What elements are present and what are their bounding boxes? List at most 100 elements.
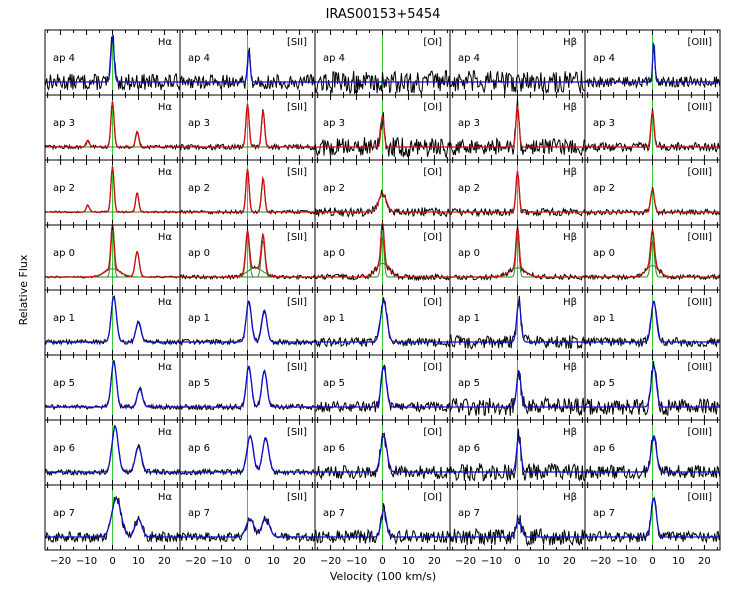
panel: ap 5 [SII]: [179, 354, 316, 421]
line-label: Hβ: [563, 362, 577, 373]
panel: ap 3 Hβ: [449, 94, 586, 161]
line-label: [OI]: [423, 232, 442, 243]
panel: ap 0 [OIII]: [584, 224, 721, 291]
panel: ap 0 Hβ: [449, 224, 586, 291]
line-label: [SII]: [287, 102, 307, 113]
x-tick-label: 10: [537, 556, 550, 567]
aperture-label: ap 5: [323, 378, 345, 389]
panel: ap 4 [OIII]: [584, 29, 721, 96]
aperture-label: ap 1: [593, 313, 615, 324]
aperture-label: ap 3: [188, 118, 210, 129]
line-label: [OI]: [423, 492, 442, 503]
panel: ap 2 [OIII]: [584, 159, 721, 226]
panel: ap 7 [OI]: [314, 484, 451, 551]
aperture-label: ap 6: [323, 443, 345, 454]
aperture-label: ap 7: [593, 508, 615, 519]
line-label: Hβ: [563, 492, 577, 503]
line-label: Hβ: [563, 37, 577, 48]
aperture-label: ap 3: [458, 118, 480, 129]
x-tick-label: −20: [320, 556, 341, 567]
x-tick-label: −10: [616, 556, 637, 567]
aperture-label: ap 6: [53, 443, 75, 454]
x-tick-label: −10: [211, 556, 232, 567]
panel: ap 4 Hα: [44, 29, 181, 96]
panel: ap 2 Hα: [44, 159, 181, 226]
panel: ap 7 [SII]: [179, 484, 316, 551]
panel: ap 1 [OIII]: [584, 289, 721, 356]
panel: ap 7 [OIII]: [584, 484, 721, 551]
line-label: [SII]: [287, 427, 307, 438]
aperture-label: ap 0: [458, 248, 480, 259]
x-tick-label: 0: [379, 556, 385, 567]
x-tick-label: 20: [563, 556, 576, 567]
line-label: [OIII]: [687, 167, 712, 178]
spectral-grid-chart: IRAS00153+5454 Velocity (100 km/s) Relat…: [17, 7, 721, 583]
line-label: [OI]: [423, 102, 442, 113]
panel: ap 7 Hα: [44, 484, 181, 551]
panel: ap 5 Hβ: [449, 354, 586, 421]
aperture-label: ap 3: [53, 118, 75, 129]
panel: ap 2 [OI]: [314, 159, 451, 226]
x-tick-label: 10: [132, 556, 145, 567]
panel: ap 4 Hβ: [449, 29, 586, 96]
x-tick-label: −20: [50, 556, 71, 567]
panel: ap 4 [SII]: [179, 29, 316, 96]
aperture-label: ap 6: [458, 443, 480, 454]
aperture-label: ap 7: [458, 508, 480, 519]
panel: ap 1 Hα: [44, 289, 181, 356]
panel: ap 1 [SII]: [179, 289, 316, 356]
aperture-label: ap 4: [188, 53, 210, 64]
panel: ap 6 [OI]: [314, 419, 451, 486]
aperture-label: ap 0: [323, 248, 345, 259]
x-tick-label: 0: [244, 556, 250, 567]
panel: ap 1 Hβ: [449, 289, 586, 356]
x-axis-label: Velocity (100 km/s): [330, 570, 436, 583]
panel: ap 3 [OI]: [314, 94, 451, 161]
line-label: [OI]: [423, 167, 442, 178]
aperture-label: ap 5: [458, 378, 480, 389]
line-label: [SII]: [287, 232, 307, 243]
x-tick-label: −10: [346, 556, 367, 567]
line-label: [OI]: [423, 427, 442, 438]
spectral-grid-figure: IRAS00153+5454 Velocity (100 km/s) Relat…: [0, 0, 747, 588]
aperture-label: ap 2: [53, 183, 75, 194]
panel: ap 4 [OI]: [314, 29, 451, 96]
aperture-label: ap 1: [458, 313, 480, 324]
x-tick-label: 10: [672, 556, 685, 567]
panel: ap 6 Hβ: [449, 419, 586, 486]
x-tick-label: −10: [481, 556, 502, 567]
line-label: [SII]: [287, 492, 307, 503]
line-label: Hα: [158, 362, 173, 373]
line-label: Hβ: [563, 297, 577, 308]
panel: ap 5 [OIII]: [584, 354, 721, 421]
panel: ap 3 [SII]: [179, 94, 316, 161]
aperture-label: ap 7: [53, 508, 75, 519]
line-label: [OIII]: [687, 427, 712, 438]
panel: ap 0 [SII]: [179, 224, 316, 291]
line-label: Hβ: [563, 167, 577, 178]
aperture-label: ap 5: [188, 378, 210, 389]
panel: ap 7 Hβ: [449, 484, 586, 551]
panel: ap 2 Hβ: [449, 159, 586, 226]
aperture-label: ap 0: [188, 248, 210, 259]
panel: ap 5 Hα: [44, 354, 181, 421]
aperture-label: ap 4: [593, 53, 615, 64]
aperture-label: ap 1: [188, 313, 210, 324]
aperture-label: ap 1: [53, 313, 75, 324]
panel: ap 6 [OIII]: [584, 419, 721, 486]
line-label: Hα: [158, 102, 173, 113]
line-label: [OI]: [423, 37, 442, 48]
line-label: [OIII]: [687, 232, 712, 243]
x-tick-label: −10: [76, 556, 97, 567]
panel: ap 3 [OIII]: [584, 94, 721, 161]
line-label: [OIII]: [687, 362, 712, 373]
panels-layer: ap 4Hαap 4[SII]ap 4[OI]ap 4Hβap 4[OIII]a…: [44, 29, 721, 567]
x-tick-label: 10: [267, 556, 280, 567]
x-tick-label: 0: [109, 556, 115, 567]
aperture-label: ap 4: [53, 53, 75, 64]
line-label: [OIII]: [687, 102, 712, 113]
line-label: [SII]: [287, 362, 307, 373]
line-label: [SII]: [287, 37, 307, 48]
panel: ap 5 [OI]: [314, 354, 451, 421]
aperture-label: ap 7: [323, 508, 345, 519]
